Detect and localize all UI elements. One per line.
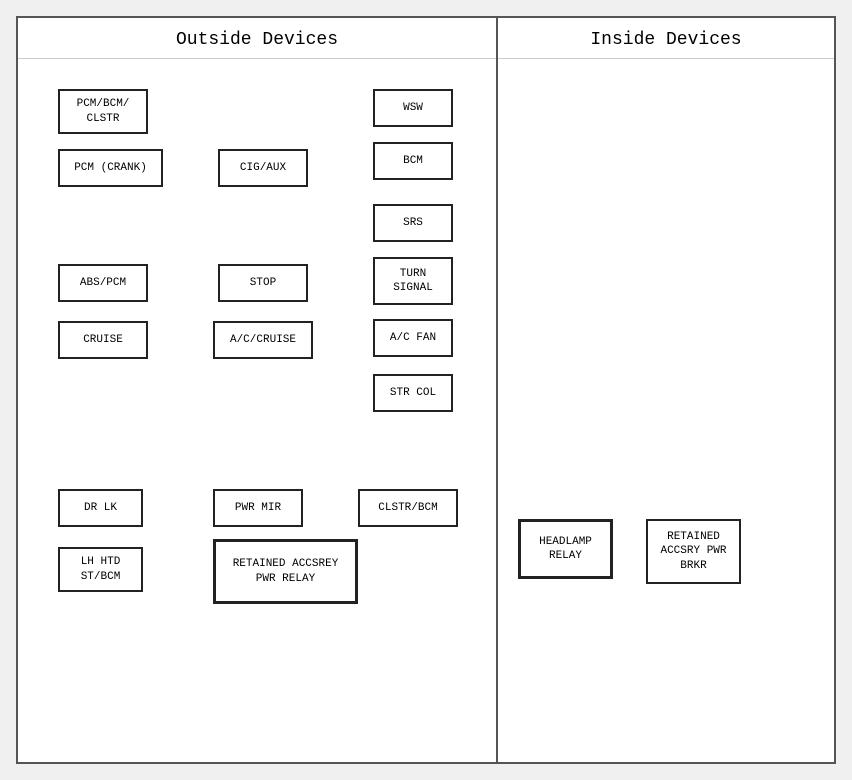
cruise: CRUISE (58, 321, 148, 359)
srs: SRS (373, 204, 453, 242)
main-row: Outside Devices PCM/BCM/ CLSTR WSW PCM (CR… (18, 18, 834, 762)
retained-accsry-pwr-brkr: RETAINED ACCSRY PWR BRKR (646, 519, 741, 584)
bcm: BCM (373, 142, 453, 180)
str-col: STR COL (373, 374, 453, 412)
abs-pcm: ABS/PCM (58, 264, 148, 302)
wsw: WSW (373, 89, 453, 127)
outside-section: Outside Devices PCM/BCM/ CLSTR WSW PCM (CR… (18, 18, 498, 762)
pcm-crank: PCM (CRANK) (58, 149, 163, 187)
inside-header: Inside Devices (498, 18, 834, 59)
dr-lk: DR LK (58, 489, 143, 527)
inside-section: Inside Devices HEADLAMP RELAY RETAINED AC… (498, 18, 834, 762)
pcm-bcm-clstr: PCM/BCM/ CLSTR (58, 89, 148, 134)
retained-accsrey: RETAINED ACCSREY PWR RELAY (213, 539, 358, 604)
inside-content: HEADLAMP RELAY RETAINED ACCSRY PWR BRKR (498, 59, 834, 762)
outside-content: PCM/BCM/ CLSTR WSW PCM (CRANK) CIG/AUX BCM SR… (18, 59, 496, 762)
pwr-mir: PWR MIR (213, 489, 303, 527)
cig-aux: CIG/AUX (218, 149, 308, 187)
outside-header: Outside Devices (18, 18, 496, 59)
lh-htd-st-bcm: LH HTD ST/BCM (58, 547, 143, 592)
clstr-bcm: CLSTR/BCM (358, 489, 458, 527)
ac-cruise: A/C/CRUISE (213, 321, 313, 359)
stop: STOP (218, 264, 308, 302)
turn-signal: TURN SIGNAL (373, 257, 453, 305)
headlamp-relay: HEADLAMP RELAY (518, 519, 613, 579)
diagram-container: Outside Devices PCM/BCM/ CLSTR WSW PCM (CR… (16, 16, 836, 764)
ac-fan: A/C FAN (373, 319, 453, 357)
